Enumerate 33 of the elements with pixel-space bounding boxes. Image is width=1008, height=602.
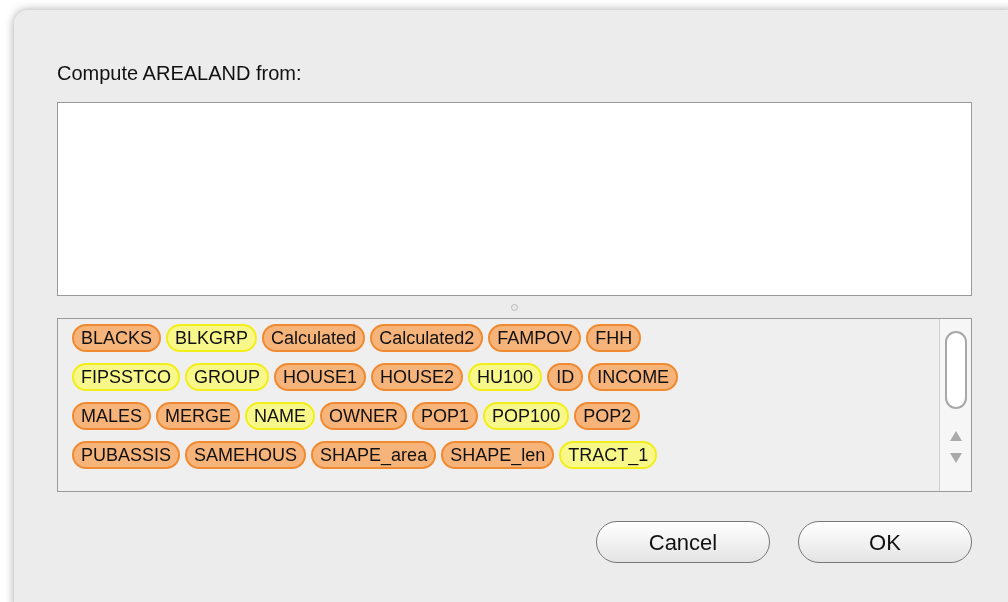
scrollbar[interactable] <box>939 319 971 491</box>
field-token[interactable]: PUBASSIS <box>72 441 181 469</box>
scroll-down-icon[interactable] <box>949 453 962 463</box>
field-token[interactable]: POP100 <box>483 402 570 430</box>
field-token[interactable]: INCOME <box>588 363 679 391</box>
splitter-handle-icon[interactable] <box>511 303 518 311</box>
field-token[interactable]: FHH <box>586 324 642 352</box>
field-token[interactable]: SHAPE_len <box>441 441 555 469</box>
field-token[interactable]: FIPSSTCO <box>72 363 180 391</box>
field-token[interactable]: MERGE <box>156 402 241 430</box>
field-token[interactable]: BLACKS <box>72 324 162 352</box>
field-token[interactable]: TRACT_1 <box>559 441 658 469</box>
cancel-button[interactable]: Cancel <box>596 521 770 563</box>
field-token[interactable]: HOUSE1 <box>274 363 367 391</box>
expression-field[interactable] <box>57 102 972 296</box>
field-token[interactable]: NAME <box>245 402 316 430</box>
field-token[interactable]: SHAPE_area <box>311 441 437 469</box>
field-token[interactable]: POP2 <box>574 402 641 430</box>
prompt-label: Compute AREALAND from: <box>57 61 302 86</box>
field-token[interactable]: HU100 <box>468 363 543 391</box>
field-token[interactable]: GROUP <box>185 363 270 391</box>
field-token[interactable]: FAMPOV <box>488 324 582 352</box>
ok-button[interactable]: OK <box>798 521 972 563</box>
field-token[interactable]: POP1 <box>412 402 479 430</box>
field-token[interactable]: HOUSE2 <box>371 363 464 391</box>
scroll-up-icon[interactable] <box>949 431 962 441</box>
field-token[interactable]: SAMEHOUS <box>185 441 307 469</box>
field-token[interactable]: Calculated2 <box>370 324 484 352</box>
field-token[interactable]: BLKGRP <box>166 324 258 352</box>
field-token[interactable]: Calculated <box>262 324 366 352</box>
field-token[interactable]: ID <box>547 363 584 391</box>
field-token[interactable]: OWNER <box>320 402 408 430</box>
field-token[interactable]: MALES <box>72 402 152 430</box>
